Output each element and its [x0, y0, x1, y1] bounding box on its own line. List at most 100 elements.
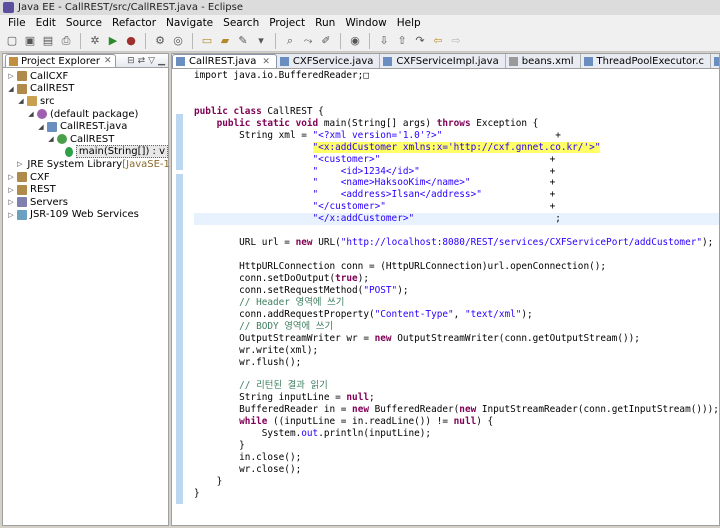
- annotation-icon[interactable]: ⤳: [300, 33, 316, 49]
- code-area[interactable]: import java.io.BufferedReader;□ public cl…: [194, 70, 719, 500]
- expand-toggle-icon[interactable]: ◢: [37, 123, 45, 131]
- menu-run[interactable]: Run: [310, 17, 340, 29]
- code-token: " <id>1234</id>": [312, 165, 420, 177]
- close-icon[interactable]: ✕: [262, 57, 270, 67]
- expand-toggle-icon[interactable]: ▷: [7, 173, 15, 181]
- collapse-all-icon[interactable]: ⊟: [127, 56, 135, 66]
- editor-tab[interactable]: CXFService.java: [277, 54, 381, 68]
- tree-item[interactable]: ▷ CallCXF: [3, 70, 168, 83]
- save-all-icon[interactable]: ▤: [40, 33, 56, 49]
- code-line: " <address>Ilsan</address>" +: [194, 189, 719, 201]
- web-browser-icon[interactable]: ◎: [170, 33, 186, 49]
- open-type-icon[interactable]: ▭: [199, 33, 215, 49]
- next-annotation-icon[interactable]: ⇩: [376, 33, 392, 49]
- tree-item[interactable]: ◢ (default package): [3, 108, 168, 121]
- tree-item[interactable]: ◢ CallREST.java: [3, 120, 168, 133]
- markers-icon[interactable]: ▾: [253, 33, 269, 49]
- code-line: "</x:addCustomer>" ;: [194, 213, 719, 226]
- menu-help[interactable]: Help: [392, 17, 426, 29]
- prev-annotation-icon[interactable]: ⇧: [394, 33, 410, 49]
- expand-toggle-icon[interactable]: ▷: [7, 72, 15, 80]
- link-editor-icon[interactable]: ⇄: [138, 56, 146, 66]
- code-token: }: [194, 440, 245, 452]
- main-toolbar: ▢ ▣ ▤ ⎙ ✲ ▶ ● ⚙ ◎ ▭ ▰ ✎ ▾ ⌕ ⤳ ✐ ◉ ⇩ ⇧ ↷ …: [0, 30, 720, 52]
- last-edit-icon[interactable]: ↷: [412, 33, 428, 49]
- code-token: );: [702, 237, 714, 249]
- expand-toggle-icon[interactable]: ◢: [17, 97, 25, 105]
- open-folder-icon[interactable]: ▰: [217, 33, 233, 49]
- code-token: +: [380, 153, 556, 165]
- tree-item[interactable]: ▷ JSR-109 Web Services: [3, 209, 168, 222]
- expand-toggle-icon[interactable]: ▷: [7, 186, 15, 194]
- tree-item[interactable]: ◢ CallREST: [3, 83, 168, 96]
- code-token: String xml =: [194, 129, 313, 141]
- view-menu-icon[interactable]: ▽: [148, 56, 155, 66]
- print-icon[interactable]: ⎙: [58, 33, 74, 49]
- tree-item[interactable]: ▷ REST: [3, 183, 168, 196]
- close-icon[interactable]: ✕: [104, 56, 112, 66]
- code-line: wr.close();: [194, 464, 719, 476]
- tree-item[interactable]: main(String[]) : v: [3, 145, 168, 159]
- editor-tab[interactable]: CallREST.java ✕: [172, 54, 277, 68]
- menu-navigate[interactable]: Navigate: [161, 17, 218, 29]
- tree-item[interactable]: ◢ src: [3, 95, 168, 108]
- expand-toggle-icon[interactable]: ▷: [17, 160, 22, 168]
- method-icon: [65, 146, 73, 157]
- explorer-tab-label: Project Explorer: [21, 55, 101, 67]
- project-explorer-icon: [9, 56, 18, 66]
- expand-toggle-icon[interactable]: ◢: [7, 85, 15, 93]
- expand-toggle-icon[interactable]: ▷: [7, 211, 15, 219]
- debug-icon[interactable]: ✲: [87, 33, 103, 49]
- menu-search[interactable]: Search: [218, 17, 264, 29]
- back-icon[interactable]: ⇦: [430, 33, 446, 49]
- globe-icon[interactable]: ◉: [347, 33, 363, 49]
- editor-tab[interactable]: CXFServiceImpl.java: [380, 54, 506, 68]
- tree-item[interactable]: ▷ Servers: [3, 196, 168, 209]
- edit-icon[interactable]: ✎: [235, 33, 251, 49]
- code-token: public class: [194, 105, 268, 117]
- tree-item[interactable]: ▷ JRE System Library [JavaSE-1.6]: [3, 158, 183, 171]
- pin-icon[interactable]: ✐: [318, 33, 334, 49]
- code-token: ;: [368, 392, 375, 404]
- expand-toggle-icon[interactable]: ◢: [27, 110, 35, 118]
- new-server-icon[interactable]: ⚙: [152, 33, 168, 49]
- menu-file[interactable]: File: [3, 17, 31, 29]
- code-token: "Content-Type": [374, 308, 454, 320]
- tree-item[interactable]: ◢ CallREST: [3, 133, 168, 146]
- editor-tab[interactable]: beans.xml: [506, 54, 581, 68]
- new-icon[interactable]: ▢: [4, 33, 20, 49]
- expand-toggle-icon[interactable]: ▷: [7, 198, 15, 206]
- scope-indicator: [176, 304, 183, 504]
- project-icon: [17, 184, 27, 195]
- code-token: );: [521, 308, 533, 320]
- tree-item[interactable]: ▷ CXF: [3, 171, 168, 184]
- code-token: );: [397, 284, 409, 296]
- editor-tab[interactable]: ThreadPoolExecutor.c: [581, 54, 711, 68]
- code-token: new: [295, 237, 319, 249]
- editor-tab-label: CXFServiceImpl.java: [396, 55, 499, 67]
- editor-tab[interactable]: DocLiteralInIn: [711, 54, 719, 68]
- editor-tab-row: CallREST.java ✕ CXFService.java CXFServiceI…: [172, 54, 719, 69]
- menu-refactor[interactable]: Refactor: [107, 17, 161, 29]
- tab-project-explorer[interactable]: Project Explorer ✕: [5, 54, 116, 67]
- forward-icon[interactable]: ⇨: [448, 33, 464, 49]
- run-icon[interactable]: ▶: [105, 33, 121, 49]
- save-icon[interactable]: ▣: [22, 33, 38, 49]
- minimize-icon[interactable]: ▁: [158, 56, 165, 66]
- menu-source[interactable]: Source: [61, 17, 107, 29]
- explorer-view-tools: ⊟ ⇄ ▽ ▁: [127, 56, 168, 66]
- menu-project[interactable]: Project: [264, 17, 310, 29]
- code-token: import java.io.BufferedReader;: [194, 70, 364, 81]
- title-bar: Java EE - CallREST/src/CallREST.java - E…: [0, 0, 720, 15]
- menu-edit[interactable]: Edit: [31, 17, 61, 29]
- external-tools-icon[interactable]: ●: [123, 33, 139, 49]
- code-token: " <address>Ilsan</address>": [312, 189, 482, 201]
- code-line: import java.io.BufferedReader;□: [194, 70, 719, 82]
- menu-window[interactable]: Window: [340, 17, 391, 29]
- expand-toggle-icon[interactable]: ◢: [47, 135, 55, 143]
- search-icon[interactable]: ⌕: [282, 33, 298, 49]
- java-file-icon: [383, 56, 393, 66]
